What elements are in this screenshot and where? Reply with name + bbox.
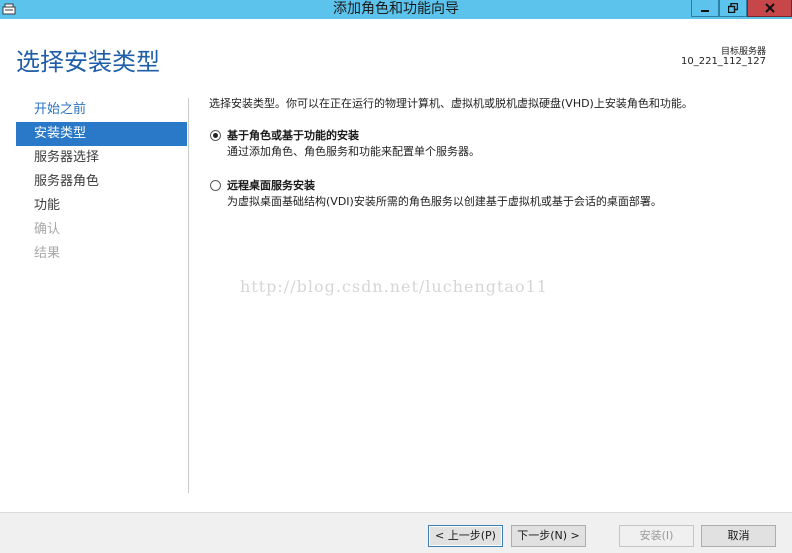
- minimize-button[interactable]: [691, 0, 719, 17]
- target-server-value: 10_221_112_127: [681, 56, 766, 67]
- radio-role-based[interactable]: [210, 130, 221, 141]
- close-icon: [764, 3, 775, 13]
- restore-button[interactable]: [719, 0, 747, 17]
- option-description: 为虚拟桌面基础结构(VDI)安装所需的角色服务以创建基于虚拟机或基于会话的桌面部…: [227, 195, 662, 208]
- nav-item-before-you-begin[interactable]: 开始之前: [16, 98, 187, 122]
- close-button[interactable]: [747, 0, 792, 17]
- option-role-based[interactable]: 基于角色或基于功能的安装 通过添加角色、角色服务和功能来配置单个服务器。: [209, 128, 779, 160]
- wizard-nav: 开始之前 安装类型 服务器选择 服务器角色 功能 确认 结果: [16, 98, 187, 266]
- minimize-icon: [701, 10, 709, 12]
- cancel-button[interactable]: 取消: [701, 525, 776, 547]
- previous-button[interactable]: < 上一步(P): [428, 525, 503, 547]
- radio-remote-desktop[interactable]: [210, 180, 221, 191]
- nav-divider: [188, 98, 189, 493]
- main-content: 选择安装类型。你可以在正在运行的物理计算机、虚拟机或脱机虚拟硬盘(VHD)上安装…: [209, 96, 779, 210]
- page-title: 选择安装类型: [16, 48, 160, 76]
- option-remote-desktop[interactable]: 远程桌面服务安装 为虚拟桌面基础结构(VDI)安装所需的角色服务以创建基于虚拟机…: [209, 178, 779, 210]
- title-bar: 添加角色和功能向导: [0, 0, 792, 19]
- option-description: 通过添加角色、角色服务和功能来配置单个服务器。: [227, 145, 480, 158]
- nav-item-server-selection[interactable]: 服务器选择: [16, 146, 187, 170]
- nav-item-server-roles[interactable]: 服务器角色: [16, 170, 187, 194]
- window-title: 添加角色和功能向导: [333, 1, 459, 17]
- nav-item-confirmation: 确认: [34, 222, 61, 237]
- nav-item-features[interactable]: 功能: [16, 194, 187, 218]
- option-title: 远程桌面服务安装: [227, 179, 315, 192]
- install-button: 安装(I): [619, 525, 694, 547]
- nav-item-installation-type[interactable]: 安装类型: [16, 122, 187, 146]
- option-title: 基于角色或基于功能的安装: [227, 129, 359, 142]
- intro-text: 选择安装类型。你可以在正在运行的物理计算机、虚拟机或脱机虚拟硬盘(VHD)上安装…: [209, 97, 693, 110]
- next-button[interactable]: 下一步(N) >: [511, 525, 586, 547]
- footer-bar: < 上一步(P) 下一步(N) > 安装(I) 取消: [0, 512, 792, 553]
- restore-icon: [728, 3, 738, 13]
- nav-item-results: 结果: [34, 246, 61, 261]
- watermark: http://blog.csdn.net/luchengtao11: [240, 277, 548, 296]
